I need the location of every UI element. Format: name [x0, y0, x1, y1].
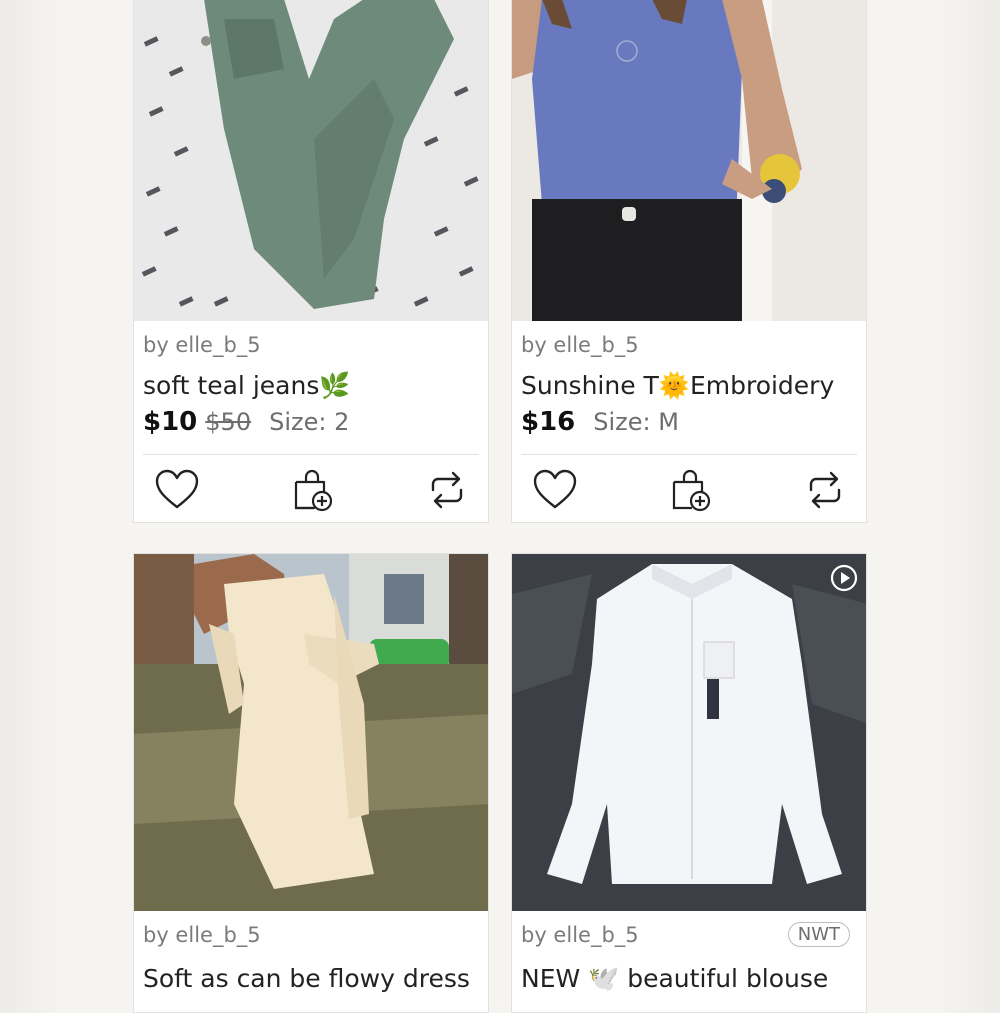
white-blouse-photo	[512, 554, 866, 911]
listing-title[interactable]: Soft as can be flowy dress	[143, 964, 470, 993]
heart-icon	[533, 469, 577, 509]
share-button[interactable]	[801, 466, 849, 514]
share-button[interactable]	[423, 466, 471, 514]
price: $16	[521, 407, 576, 437]
original-price: $50	[205, 408, 252, 436]
seller-name[interactable]: by elle_b_5	[521, 923, 639, 947]
listing-photo[interactable]	[512, 0, 866, 321]
size-label: Size: 2	[269, 408, 350, 436]
heart-icon	[155, 469, 199, 509]
listing-card[interactable]: by elle_b_5 soft teal jeans🌿 $10 $50 Size:…	[133, 0, 489, 523]
listing-feed: by elle_b_5 soft teal jeans🌿 $10 $50 Size:…	[112, 0, 887, 1013]
size-label: Size: M	[593, 408, 679, 436]
video-play-icon[interactable]	[830, 564, 858, 592]
bundle-button[interactable]	[288, 466, 336, 514]
action-bar	[512, 466, 866, 522]
like-button[interactable]	[153, 466, 201, 514]
blue-tshirt-photo	[512, 0, 866, 321]
repost-icon	[431, 471, 463, 509]
listing-photo[interactable]	[134, 0, 488, 321]
like-button[interactable]	[531, 466, 579, 514]
listing-card[interactable]: by elle_b_5 Soft as can be flowy dress	[133, 553, 489, 1013]
listing-photo[interactable]	[512, 554, 866, 911]
seller-name[interactable]: by elle_b_5	[143, 333, 261, 357]
price-row: $10 $50 Size: 2	[143, 407, 349, 437]
price-row: $16 Size: M	[521, 407, 679, 437]
listing-title[interactable]: Sunshine T🌞Embroidery	[521, 371, 834, 401]
listing-card[interactable]: by elle_b_5 NWT NEW 🕊️ beautiful blouse	[511, 553, 867, 1013]
listing-title[interactable]: NEW 🕊️ beautiful blouse	[521, 964, 828, 994]
shopping-bag-plus-icon	[672, 469, 711, 512]
seller-name[interactable]: by elle_b_5	[521, 333, 639, 357]
listing-title[interactable]: soft teal jeans🌿	[143, 371, 350, 401]
divider	[143, 454, 479, 455]
repost-icon	[809, 471, 841, 509]
green-jeans-photo	[134, 0, 488, 321]
price: $10	[143, 407, 198, 437]
action-bar	[134, 466, 488, 522]
listing-card[interactable]: by elle_b_5 Sunshine T🌞Embroidery $16 Siz…	[511, 0, 867, 523]
bundle-button[interactable]	[666, 466, 714, 514]
seller-name[interactable]: by elle_b_5	[143, 923, 261, 947]
shopping-bag-plus-icon	[294, 469, 333, 512]
listing-photo[interactable]	[134, 554, 488, 911]
cream-dress-photo	[134, 554, 488, 911]
divider	[521, 454, 857, 455]
nwt-badge: NWT	[787, 922, 850, 947]
